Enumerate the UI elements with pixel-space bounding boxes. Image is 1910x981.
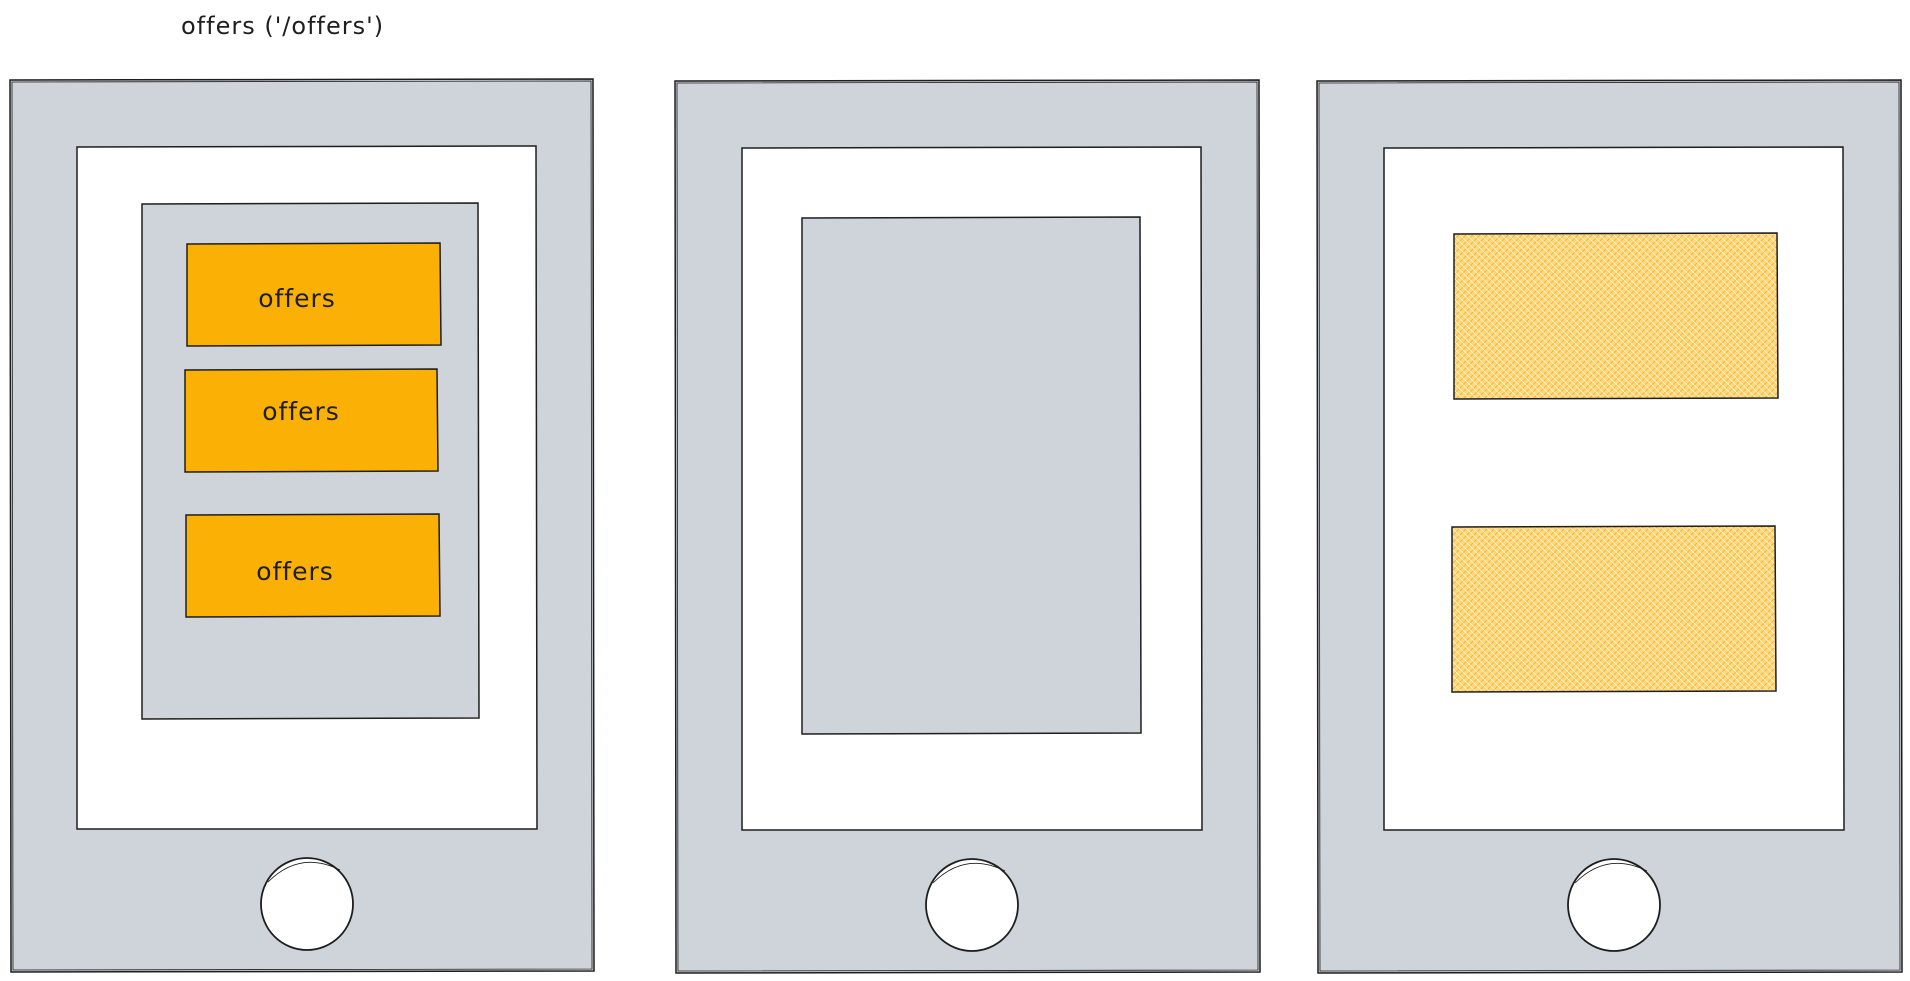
wireframe-canvas: offers ('/offers') offers offers offers [9,12,1903,974]
tablet-device-2 [674,79,1261,974]
offer-card[interactable]: offers [186,242,442,347]
empty-panel [801,216,1142,735]
tablet-device-3 [1316,79,1903,974]
page-caption: offers ('/offers') [181,12,384,40]
hatched-card[interactable] [1453,232,1779,400]
offer-card[interactable]: offers [185,513,441,618]
offer-card-label: offers [262,397,340,426]
offer-card-label: offers [256,557,334,586]
home-button-icon[interactable] [260,857,354,951]
hatched-card[interactable] [1451,525,1777,693]
offer-card[interactable]: offers [184,368,439,473]
offer-card-label: offers [258,284,336,313]
tablet-device-1: offers offers offers [9,78,595,973]
home-button-icon[interactable] [925,858,1019,952]
home-button-icon[interactable] [1567,858,1661,952]
